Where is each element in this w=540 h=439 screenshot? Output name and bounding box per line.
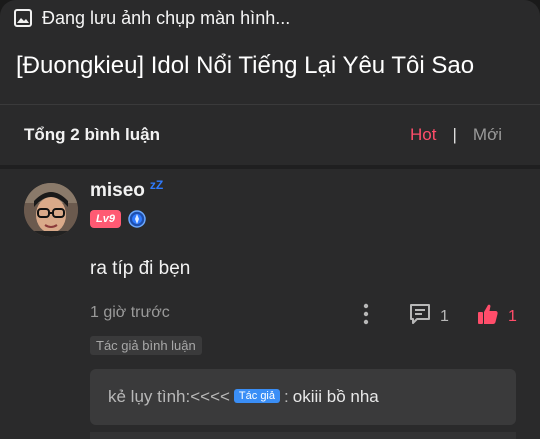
sort-hot-tab[interactable]: Hot: [410, 125, 436, 145]
status-bar: Đang lưu ảnh chụp màn hình...: [0, 0, 540, 36]
story-title: [Ɖuongkieu] Idol Nổi Tiếng Lại Yêu Tôi S…: [16, 52, 475, 79]
next-reply-edge: [90, 432, 516, 439]
like-button[interactable]: 1: [476, 302, 517, 331]
image-icon: [14, 9, 32, 27]
reply-colon: :: [284, 387, 289, 406]
comments-header: Tổng 2 bình luận Hot | Mới: [0, 105, 540, 165]
sort-toggle: Hot | Mới: [410, 125, 502, 145]
section-divider: [0, 165, 540, 169]
sort-new-tab[interactable]: Mới: [473, 125, 502, 145]
reply-preview[interactable]: kẻ lụy tình:<<<< Tác giả : okiii bồ nha: [90, 369, 516, 425]
comment-count: Tổng 2 bình luận: [24, 125, 160, 144]
like-count: 1: [508, 307, 517, 325]
comment-time: 1 giờ trước: [90, 304, 170, 321]
user-badges: Lv9: [90, 210, 146, 228]
comment-text: ra típ đi bẹn: [90, 258, 191, 279]
reply-count: 1: [440, 307, 449, 325]
sort-separator: |: [452, 125, 457, 144]
comment-meta: 1 giờ trước 1 1: [90, 300, 520, 328]
author-comment-tag: Tác giả bình luận: [90, 336, 202, 355]
username[interactable]: miseo: [90, 180, 145, 202]
status-message: Đang lưu ảnh chụp màn hình...: [42, 7, 291, 28]
level-badge: Lv9: [90, 210, 121, 228]
reply-username: kẻ lụy tình:<<<<: [108, 387, 230, 406]
reply-text: okiii bồ nha: [292, 387, 379, 406]
zz-sleep-icon: zZ: [149, 178, 164, 192]
author-badge: Tác giả: [233, 389, 280, 403]
blue-medal-icon: [128, 210, 146, 228]
comments-sheet: Đang lưu ảnh chụp màn hình... [Ɖuongkieu…: [0, 0, 540, 439]
reply-button[interactable]: 1: [408, 302, 449, 331]
more-options-icon[interactable]: [360, 302, 372, 326]
username-row: miseo zZ: [90, 178, 164, 202]
avatar[interactable]: [24, 183, 78, 237]
thumbs-up-icon: [476, 302, 500, 331]
comment-bubble-icon: [408, 302, 432, 331]
